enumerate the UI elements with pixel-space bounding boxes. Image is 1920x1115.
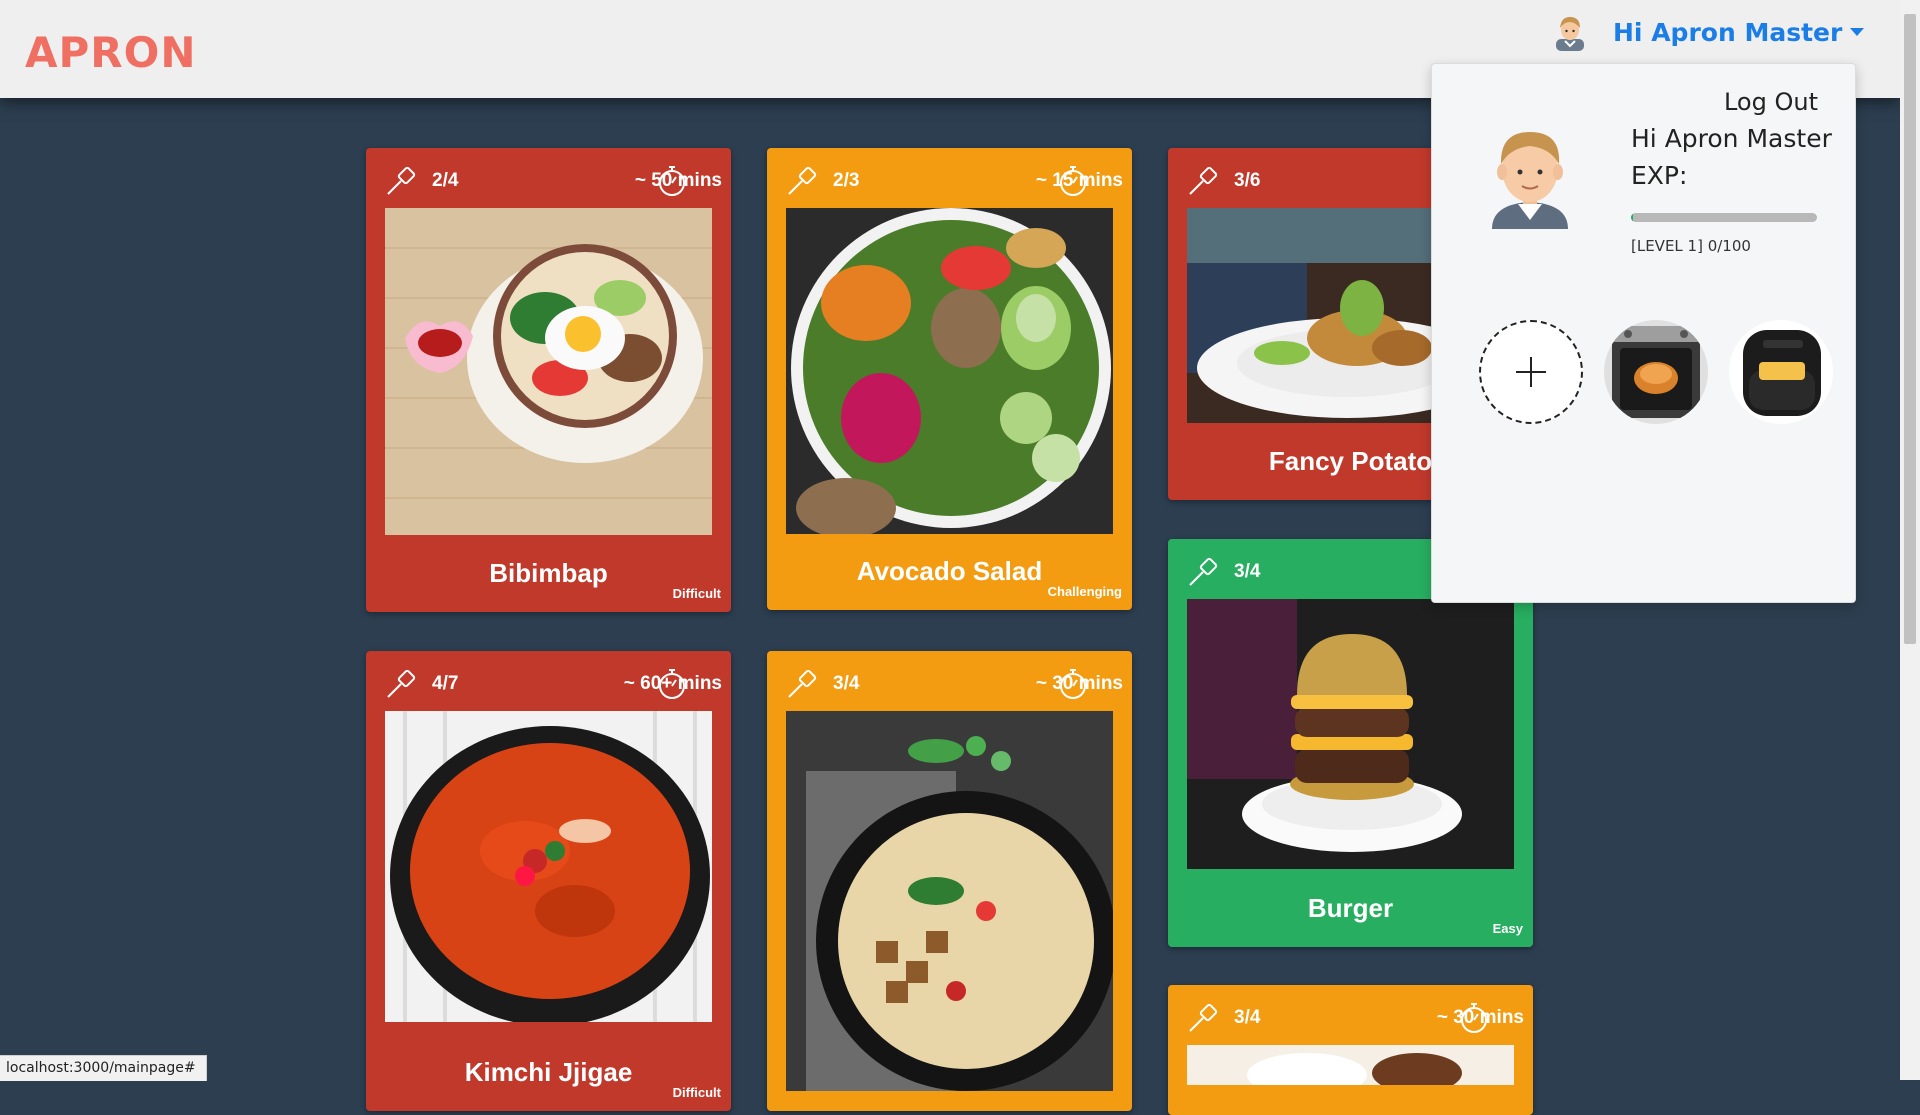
card-steps: 4/7 [432, 673, 459, 694]
air-fryer-icon [1729, 320, 1833, 424]
card-time: ~ 30 mins [1035, 673, 1123, 694]
spatula-icon [1189, 1003, 1218, 1032]
page-scrollbar[interactable] [1900, 0, 1920, 1080]
appliance-air-fryer[interactable] [1729, 320, 1833, 424]
card-title: Burger [1307, 893, 1394, 923]
card-steps: 2/3 [833, 170, 860, 191]
difficulty-badge: Challenging [1047, 584, 1122, 599]
card-header: 3/4 ~ 30 mins [767, 651, 1132, 711]
card-header: 3/4 ~ 30 mins [1168, 985, 1533, 1045]
exp-progress-bar [1631, 213, 1817, 222]
card-header: 4/7 ~ 60+ mins [366, 651, 731, 711]
card-time: ~ 60+ mins [623, 673, 722, 694]
bibimbap-image [385, 208, 712, 535]
card-title: Avocado Salad [856, 556, 1043, 586]
recipe-card-kimchi-jjigae[interactable]: 4/7 ~ 60+ mins Kimchi Jjigae Difficult [366, 651, 731, 1111]
card-footer: Avocado Salad Challenging [767, 534, 1132, 610]
spatula-icon [387, 669, 416, 698]
spatula-icon [788, 669, 817, 698]
card-footer: Bibimbap Difficult [366, 536, 731, 612]
card-time: ~ 30 mins [1436, 1007, 1524, 1028]
card-steps: 2/4 [432, 170, 459, 191]
dish-image [1187, 1045, 1514, 1085]
user-profile-avatar-icon [1492, 132, 1568, 229]
burger-image [1187, 599, 1514, 869]
recipe-card-noodles[interactable]: 3/4 ~ 30 mins [767, 651, 1132, 1111]
avocado-salad-image [786, 208, 1113, 534]
spatula-icon [1189, 166, 1218, 195]
difficulty-badge: Difficult [672, 1085, 721, 1100]
level-text: [LEVEL 1] 0/100 [1631, 237, 1751, 255]
card-header: 2/3 ~ 15 mins [767, 148, 1132, 208]
user-dropdown: Log Out Hi Apron Master EXP: [LEVEL 1] 0… [1431, 63, 1856, 603]
user-menu-label: Hi Apron Master [1613, 18, 1843, 47]
difficulty-badge: Easy [1492, 921, 1523, 936]
dropdown-greeting: Hi Apron Master [1631, 124, 1832, 153]
card-header: 2/4 ~ 50 mins [366, 148, 731, 208]
difficulty-badge: Difficult [672, 586, 721, 601]
card-steps: 3/4 [1234, 561, 1261, 582]
caret-down-icon [1850, 28, 1865, 36]
card-steps: 3/4 [833, 673, 860, 694]
card-steps: 3/4 [1234, 1007, 1261, 1028]
spatula-icon [1189, 557, 1218, 586]
appliance-oven[interactable] [1604, 320, 1708, 424]
recipe-card-avocado-salad[interactable]: 2/3 ~ 15 mins Avocado Salad Challenging [767, 148, 1132, 610]
card-footer: Burger Easy [1168, 871, 1533, 947]
plus-icon [1516, 357, 1546, 387]
recipe-card-bottom[interactable]: 3/4 ~ 30 mins [1168, 985, 1533, 1115]
card-time: ~ 15 mins [1035, 170, 1123, 191]
user-menu-toggle[interactable]: Hi Apron Master [1613, 18, 1865, 47]
exp-label: EXP: [1631, 161, 1688, 190]
card-steps: 3/6 [1234, 170, 1261, 191]
card-title: Bibimbap [489, 558, 608, 588]
spatula-icon [788, 166, 817, 195]
oven-icon [1604, 320, 1708, 424]
app-logo[interactable]: APRON [25, 28, 196, 77]
status-bar-url: localhost:3000/mainpage# [0, 1055, 207, 1081]
scrollbar-thumb[interactable] [1904, 14, 1916, 644]
card-time: ~ 50 mins [634, 170, 722, 191]
user-avatar-icon[interactable] [1553, 13, 1587, 51]
add-appliance-button[interactable] [1479, 320, 1583, 424]
exp-progress-fill [1631, 213, 1633, 222]
kimchi-jjigae-image [385, 711, 712, 1022]
noodles-image [786, 711, 1113, 1091]
card-title: Kimchi Jjigae [464, 1057, 633, 1087]
card-footer: Kimchi Jjigae Difficult [366, 1035, 731, 1111]
recipe-card-bibimbap[interactable]: 2/4 ~ 50 mins Bibimbap Difficult [366, 148, 731, 612]
logout-link[interactable]: Log Out [1724, 88, 1818, 116]
spatula-icon [387, 166, 416, 195]
